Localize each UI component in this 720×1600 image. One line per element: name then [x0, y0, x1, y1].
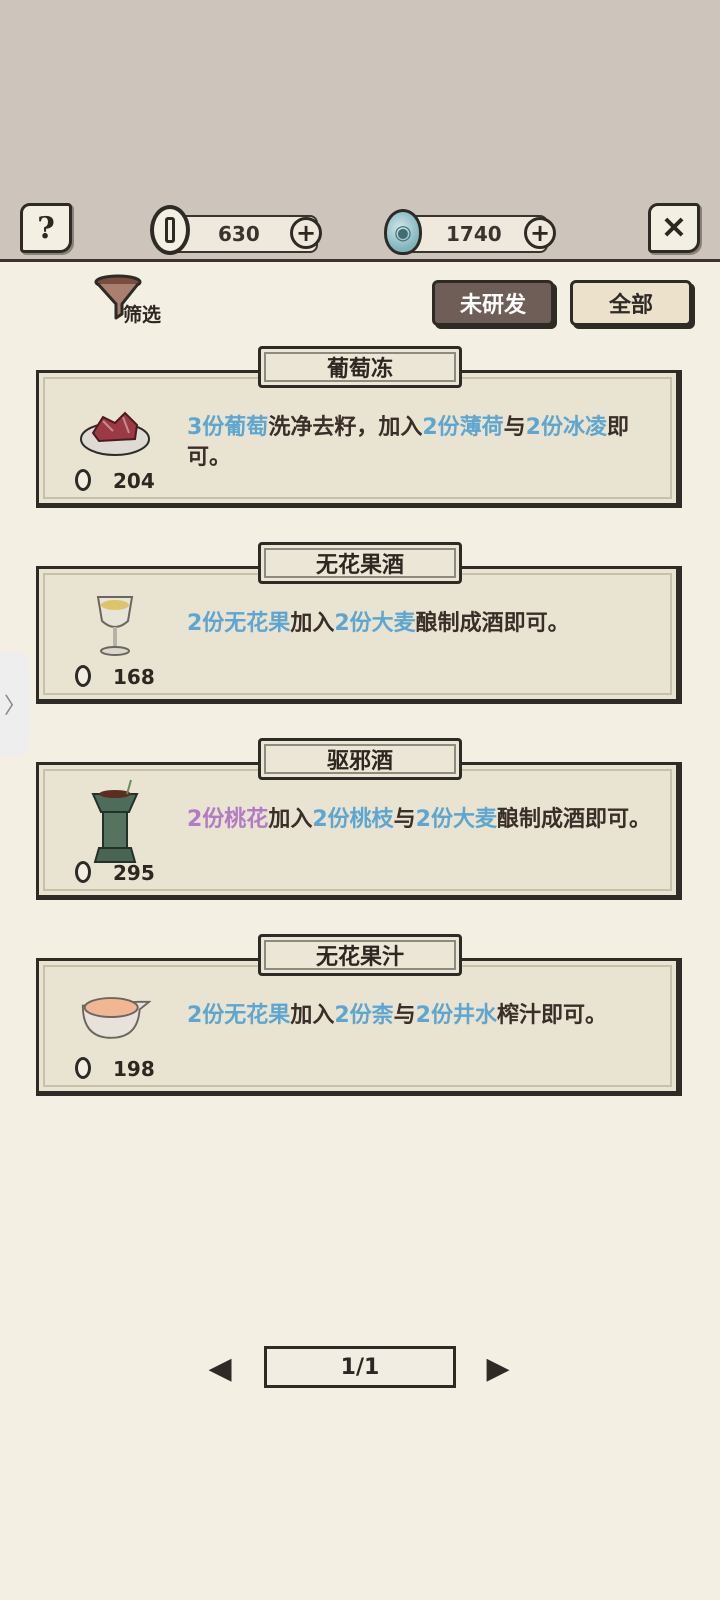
page-indicator: 1/1 — [264, 1346, 456, 1388]
arrow-right-icon: ▶ — [486, 1350, 510, 1386]
recipe-description: 2份桃花加入2份桃枝与2份大麦酿制成酒即可。 — [187, 805, 657, 835]
prev-page-button[interactable]: ◀ — [184, 1348, 256, 1388]
recipe-title: 驱邪酒 — [258, 738, 462, 780]
recipe-cost: 198 — [113, 1057, 155, 1081]
add-gems-button[interactable]: + — [524, 217, 556, 249]
add-coins-button[interactable]: + — [290, 217, 322, 249]
coin-value: 630 — [218, 222, 260, 246]
recipe-title: 无花果酒 — [258, 542, 462, 584]
help-button[interactable]: ? — [20, 203, 72, 253]
close-button[interactable]: ✕ — [648, 203, 700, 253]
recipe-title: 葡萄冻 — [258, 346, 462, 388]
tab-undeveloped[interactable]: 未研发 — [432, 280, 554, 326]
close-icon: ✕ — [661, 210, 687, 246]
recipe-cost: 204 — [113, 469, 155, 493]
recipe-description: 3份葡萄洗净去籽，加入2份薄荷与2份冰凌即可。 — [187, 413, 657, 473]
ingredient-text: 2份大麦 — [334, 611, 416, 636]
side-drawer-tab[interactable]: 〉 — [0, 652, 30, 756]
recipe-card[interactable]: 204 3份葡萄洗净去籽，加入2份薄荷与2份冰凌即可。 — [36, 370, 682, 508]
ingredient-text: 2份无花果 — [187, 1003, 291, 1028]
chevron-right-icon: 〉 — [3, 694, 26, 719]
tab-all[interactable]: 全部 — [570, 280, 692, 326]
ingredient-text: 2份桃枝 — [312, 807, 394, 832]
ingredient-text: 2份无花果 — [187, 611, 291, 636]
coin-icon — [75, 861, 91, 883]
coin-icon — [75, 1057, 91, 1079]
coin-icon — [150, 205, 190, 255]
juice-bowl-icon — [79, 981, 151, 1053]
recipe-card[interactable]: 198 2份无花果加入2份柰与2份井水榨汁即可。 — [36, 958, 682, 1096]
ingredient-text: 2份冰凌 — [525, 415, 607, 440]
instruction-text: 与 — [503, 415, 526, 440]
page-label: 1/1 — [340, 1354, 380, 1380]
recipe-description: 2份无花果加入2份柰与2份井水榨汁即可。 — [187, 1001, 657, 1031]
instruction-text: 加入 — [268, 807, 313, 832]
gem-value: 1740 — [446, 222, 502, 246]
ingredient-text: 2份桃花 — [187, 807, 269, 832]
instruction-text: 榨汁即可。 — [496, 1003, 607, 1028]
gem-icon: ◉ — [384, 209, 422, 255]
ingredient-text: 2份大麦 — [415, 807, 497, 832]
instruction-text: 洗净去籽，加入 — [268, 415, 423, 440]
instruction-text: 酿制成酒即可。 — [496, 807, 651, 832]
plus-icon: + — [529, 219, 551, 247]
instruction-text: 加入 — [290, 1003, 335, 1028]
recipe-title: 无花果汁 — [258, 934, 462, 976]
ingredient-text: 2份柰 — [334, 1003, 394, 1028]
bronze-vessel-icon — [79, 779, 151, 863]
ingredient-text: 2份薄荷 — [422, 415, 504, 440]
question-icon: ? — [37, 210, 55, 246]
grape-jelly-icon — [79, 393, 151, 465]
arrow-left-icon: ◀ — [208, 1350, 232, 1386]
instruction-text: 酿制成酒即可。 — [415, 611, 570, 636]
plus-icon: + — [295, 219, 317, 247]
recipe-cost: 295 — [113, 861, 155, 885]
next-page-button[interactable]: ▶ — [462, 1348, 534, 1388]
instruction-text: 与 — [393, 807, 416, 832]
coin-icon — [75, 665, 91, 687]
recipe-card[interactable]: 295 2份桃花加入2份桃枝与2份大麦酿制成酒即可。 — [36, 762, 682, 900]
recipe-description: 2份无花果加入2份大麦酿制成酒即可。 — [187, 609, 657, 639]
instruction-text: 加入 — [290, 611, 335, 636]
top-banner — [0, 0, 720, 262]
ingredient-text: 2份井水 — [415, 1003, 497, 1028]
wine-cup-icon — [79, 589, 151, 661]
ingredient-text: 3份葡萄 — [187, 415, 269, 440]
recipe-card[interactable]: 168 2份无花果加入2份大麦酿制成酒即可。 — [36, 566, 682, 704]
filter-label[interactable]: 筛选 — [123, 300, 161, 327]
recipe-cost: 168 — [113, 665, 155, 689]
coin-icon — [75, 469, 91, 491]
instruction-text: 与 — [393, 1003, 416, 1028]
